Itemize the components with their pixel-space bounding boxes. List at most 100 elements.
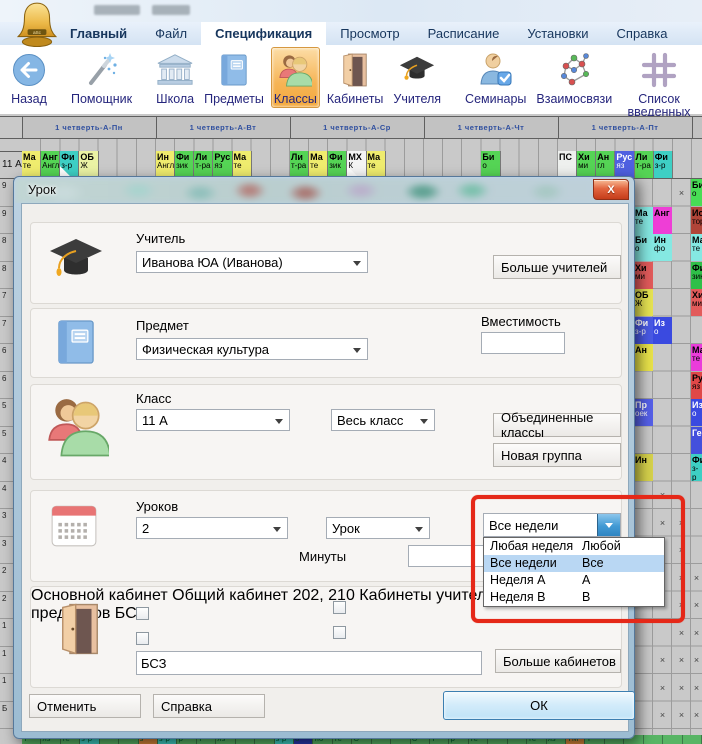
blocked-cell[interactable]: × — [672, 674, 691, 701]
menu-tab-help[interactable]: Справка — [603, 22, 682, 45]
help-button[interactable]: Справка — [153, 694, 265, 718]
timetable-cell[interactable]: Лит-ра — [635, 151, 654, 178]
class-combobox[interactable]: 11 А — [136, 409, 290, 431]
more-teachers-button[interactable]: Больше учителей — [493, 255, 621, 279]
app-logo-bell-icon[interactable]: aSc — [14, 1, 60, 47]
timetable-cell[interactable]: ОБЖ — [634, 289, 653, 316]
timetable-cell[interactable]: Мате — [367, 151, 386, 178]
toolbar-button-relations[interactable]: Взаимосвязи — [533, 47, 615, 108]
timetable-cell[interactable]: Изо — [653, 317, 672, 344]
subject-combobox[interactable]: Физическая культура — [136, 338, 368, 360]
toolbar-button-subjects[interactable]: Предметы — [201, 47, 267, 108]
timetable-cell[interactable]: Хими — [691, 289, 702, 316]
blocked-cell[interactable]: × — [672, 179, 691, 206]
blocked-cell[interactable]: × — [653, 702, 672, 729]
timetable-cell[interactable]: Физ-р — [654, 151, 673, 178]
menu-tab-view[interactable]: Просмотр — [326, 22, 413, 45]
lesson-type-combobox[interactable]: Урок — [326, 517, 430, 539]
timetable-cell[interactable]: ОБЖ — [79, 151, 98, 178]
toolbar-button-school[interactable]: Школа — [153, 47, 197, 108]
timetable-cell[interactable] — [663, 735, 682, 744]
timetable-cell[interactable]: Био — [634, 234, 653, 261]
blocked-cell[interactable]: × — [691, 619, 702, 646]
class-group: Класс 11 А Весь класс Объединенные класс… — [30, 384, 622, 480]
calendar-icon — [49, 501, 99, 556]
new-group-button[interactable]: Новая группа — [493, 443, 621, 467]
menu-tab-specification[interactable]: Спецификация — [201, 22, 326, 45]
timetable-cell[interactable]: Физ-р — [60, 151, 79, 178]
timetable-cell[interactable] — [644, 735, 663, 744]
timetable-cell[interactable]: Физик — [328, 151, 347, 178]
main-room-checkbox[interactable] — [136, 607, 149, 620]
blocked-cell[interactable]: × — [653, 674, 672, 701]
timetable-cell[interactable]: Русяз — [213, 151, 232, 178]
timetable-cell[interactable]: Ан — [634, 344, 653, 371]
subject-rooms-checkbox[interactable] — [333, 626, 346, 639]
more-rooms-button[interactable]: Больше кабинетов — [495, 649, 621, 673]
timetable-cell[interactable]: Проек — [634, 399, 653, 426]
lessons-count-combobox[interactable]: 2 — [136, 517, 288, 539]
timetable-cell[interactable] — [683, 735, 702, 744]
blocked-cell[interactable]: × — [672, 619, 691, 646]
timetable-cell[interactable]: Био — [691, 179, 702, 206]
toolbar-button-assistant[interactable]: Помощник — [68, 47, 135, 108]
timetable-cell[interactable]: Гео — [691, 427, 702, 454]
timetable-cell[interactable]: Лит-ра — [290, 151, 309, 178]
timetable-cell[interactable]: Био — [481, 151, 500, 178]
book-icon — [55, 317, 97, 372]
class-scope-combobox[interactable]: Весь класс — [331, 409, 435, 431]
timetable-cell[interactable]: ПС — [558, 151, 577, 178]
menu-tab-schedule[interactable]: Расписание — [414, 22, 514, 45]
blocked-cell[interactable]: × — [691, 592, 702, 619]
timetable-cell[interactable]: Анг — [653, 207, 672, 234]
ok-button[interactable]: ОК — [443, 691, 635, 720]
timetable-cell[interactable]: Мате — [22, 151, 41, 178]
menu-tab-file[interactable]: Файл — [141, 22, 201, 45]
blocked-cell[interactable]: × — [691, 674, 702, 701]
room-input[interactable] — [136, 651, 482, 675]
blocked-cell[interactable]: × — [691, 564, 702, 591]
timetable-cell[interactable]: Истор — [691, 207, 702, 234]
close-icon[interactable]: X — [593, 179, 629, 200]
timetable-cell[interactable]: АнгАнгл — [41, 151, 60, 178]
timetable-cell[interactable]: Изо — [691, 399, 702, 426]
blocked-cell[interactable]: × — [653, 647, 672, 674]
toolbar-button-teachers[interactable]: Учителя — [390, 47, 444, 108]
timetable-cell[interactable]: Физ-р — [691, 454, 702, 481]
teacher-combobox[interactable]: Иванова ЮА (Иванова) — [136, 251, 368, 273]
timetable-cell[interactable]: Мате — [691, 344, 702, 371]
timetable-cell[interactable]: Англ — [596, 151, 615, 178]
timetable-cell[interactable]: Мате — [634, 207, 653, 234]
timetable-cell[interactable]: Русяз — [691, 372, 702, 399]
timetable-cell[interactable]: Физик — [175, 151, 194, 178]
timetable-cell[interactable]: Хими — [577, 151, 596, 178]
timetable-cell[interactable]: Мате — [309, 151, 328, 178]
cancel-button[interactable]: Отменить — [29, 694, 141, 718]
timetable-cell[interactable]: МХК — [347, 151, 366, 178]
toolbar-button-back[interactable]: Назад — [8, 47, 50, 108]
blocked-cell[interactable]: × — [672, 702, 691, 729]
timetable-cell[interactable]: Хими — [634, 262, 653, 289]
toolbar-button-seminars[interactable]: Семинары — [462, 47, 529, 108]
toolbar-button-rooms[interactable]: Кабинеты — [324, 47, 387, 108]
timetable-cell[interactable]: Мате — [233, 151, 252, 178]
timetable-cell[interactable]: Мате — [691, 234, 702, 261]
capacity-input[interactable] — [481, 332, 565, 354]
menu-tab-main[interactable]: Главный — [56, 22, 141, 45]
timetable-cell[interactable]: Инфо — [653, 234, 672, 261]
blocked-cell[interactable]: × — [691, 702, 702, 729]
timetable-cell[interactable]: Ин — [634, 454, 653, 481]
teacher-rooms-checkbox[interactable] — [333, 601, 346, 614]
dialog-titlebar[interactable] — [15, 178, 633, 203]
toolbar-button-classes[interactable]: Классы — [271, 47, 320, 108]
shared-room-checkbox[interactable] — [136, 632, 149, 645]
joined-classes-button[interactable]: Объединенные классы — [493, 413, 621, 437]
timetable-cell[interactable]: ИнАнгл — [156, 151, 175, 178]
timetable-cell[interactable]: Физ-р — [634, 317, 653, 344]
timetable-cell[interactable]: Лит-ра — [194, 151, 213, 178]
timetable-cell[interactable]: Физик — [691, 262, 702, 289]
blocked-cell[interactable]: × — [672, 647, 691, 674]
timetable-cell[interactable]: Русяз — [615, 151, 634, 178]
blocked-cell[interactable]: × — [691, 647, 702, 674]
menu-tab-settings[interactable]: Установки — [513, 22, 602, 45]
